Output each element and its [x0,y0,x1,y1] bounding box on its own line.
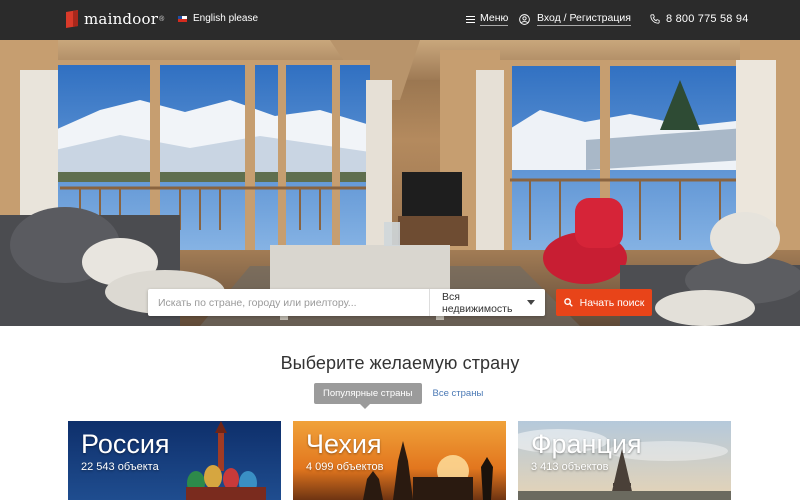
menu-button[interactable]: Меню [466,12,509,26]
country-card-czech[interactable]: Чехия 4 099 объектов [293,421,506,500]
start-search-button[interactable]: Начать поиск [556,289,652,316]
country-name: Россия [81,429,170,459]
country-object-count: 4 099 объектов [306,461,384,473]
search-bar: Вся недвижимость [148,289,545,316]
user-icon [519,13,530,25]
country-name: Чехия [306,429,382,459]
country-object-count: 3 413 объектов [531,461,609,473]
hero-banner [0,40,800,326]
menu-label: Меню [480,12,509,26]
hamburger-icon [466,15,475,23]
login-label: Вход / Регистрация [537,12,631,26]
search-input[interactable] [148,289,429,316]
country-name: Франция [531,429,642,459]
country-object-count: 22 543 объекта [81,461,159,473]
top-header: maindoor ® English please Меню Вход / Ре… [0,0,800,40]
door-logo-icon [66,10,78,28]
country-card-russia[interactable]: Россия 22 543 объекта [68,421,281,500]
phone-icon [650,14,660,24]
search-icon [563,298,573,307]
tab-popular-countries[interactable]: Популярные страны [314,383,422,409]
logo[interactable]: maindoor ® [66,10,164,28]
registered-mark: ® [159,15,165,23]
language-label: English please [193,13,259,24]
section-title: Выберите желаемую страну [280,353,520,373]
chevron-down-icon [527,300,535,305]
language-switch[interactable]: English please [178,13,258,24]
property-type-value: Вся недвижимость [442,290,513,315]
property-type-select[interactable]: Вся недвижимость [429,289,545,316]
phone-number[interactable]: 8 800 775 58 94 [650,13,749,25]
uk-flag-icon [178,15,187,22]
login-register-link[interactable]: Вход / Регистрация [519,12,631,26]
tab-all-countries[interactable]: Все страны [433,388,484,399]
country-tabs: Популярные страны Все страны [314,383,484,409]
phone-label: 8 800 775 58 94 [666,13,749,25]
start-search-label: Начать поиск [579,296,645,309]
country-card-france[interactable]: Франция 3 413 объектов [518,421,731,500]
logo-text: maindoor [84,10,159,28]
chalet-interior-image [0,40,800,326]
